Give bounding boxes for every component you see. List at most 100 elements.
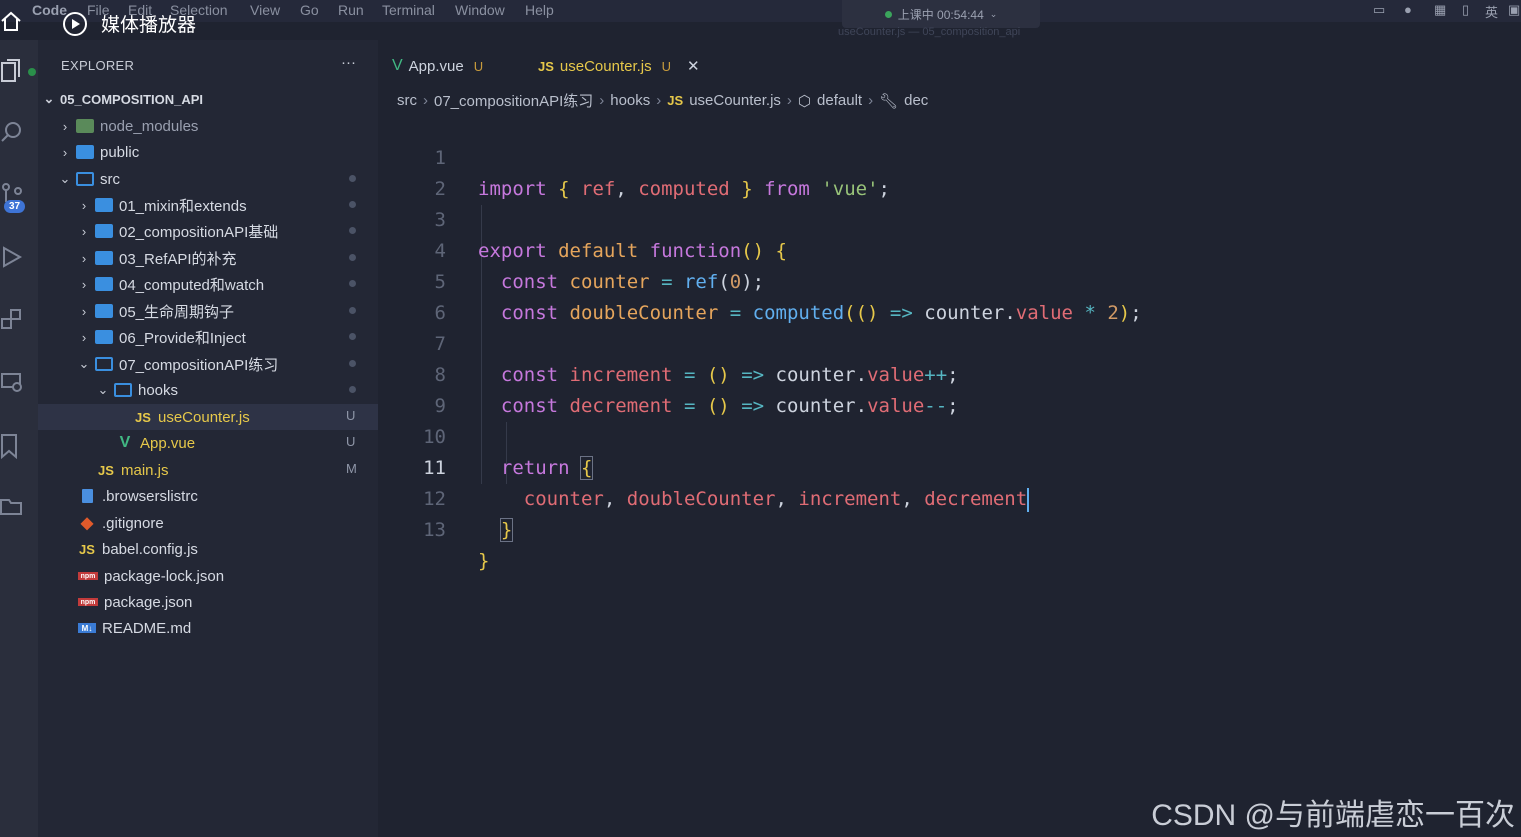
tree-item-usecounter[interactable]: JS useCounter.js U: [38, 404, 378, 430]
tab-usecounter[interactable]: JS useCounter.js U ✕: [538, 48, 700, 84]
chevron-down-icon: ⌄: [59, 171, 71, 186]
modified-dot-icon: [349, 360, 356, 367]
menu-go[interactable]: Go: [300, 2, 319, 18]
screen-record-icon[interactable]: ▭: [1373, 2, 1385, 18]
play-icon[interactable]: [63, 11, 87, 36]
js-file-icon: JS: [667, 93, 684, 108]
tree-item-folder[interactable]: ⌄ 07_compositionAPI练习: [38, 351, 378, 377]
tree-item-browserslistrc[interactable]: .browserslistrc: [38, 483, 378, 509]
bookmark-icon[interactable]: [0, 433, 26, 461]
workspace-root[interactable]: ⌄ 05_COMPOSITION_API: [38, 86, 378, 112]
extensions-icon[interactable]: [0, 308, 26, 336]
editor-tabs: V App.vue U JS useCounter.js U ✕: [378, 48, 1521, 84]
tree-item-label: useCounter.js: [158, 408, 250, 426]
tab-label: App.vue: [408, 57, 464, 75]
input-method-icon[interactable]: 英: [1485, 2, 1498, 21]
chevron-right-icon: ›: [868, 92, 874, 109]
chevron-right-icon: ›: [81, 197, 87, 213]
window-icon[interactable]: ▣: [1508, 2, 1520, 18]
home-icon[interactable]: [0, 10, 24, 34]
tree-item-package-json[interactable]: npm package.json: [38, 589, 378, 615]
code-line: 7 const increment = () => counter.value+…: [378, 298, 1521, 386]
tree-item-folder[interactable]: › 02_compositionAPI基础: [38, 218, 378, 244]
tree-item-folder[interactable]: › 04_computed和watch: [38, 271, 378, 297]
folder-icon[interactable]: [0, 495, 26, 523]
folder-icon: [95, 277, 113, 291]
explorer-sidebar: EXPLORER ··· ⌄ 05_COMPOSITION_API › node…: [38, 40, 378, 837]
menu-window[interactable]: Window: [455, 2, 505, 18]
chevron-right-icon: ›: [81, 329, 87, 345]
tree-item-label: 07_compositionAPI练习: [119, 356, 279, 374]
tree-item-folder[interactable]: › 06_Provide和Inject: [38, 324, 378, 350]
tree-item-label: package-lock.json: [104, 567, 225, 585]
tree-item-package-lock[interactable]: npm package-lock.json: [38, 563, 378, 589]
vue-file-icon: V: [119, 434, 131, 451]
chevron-right-icon: ›: [81, 250, 87, 266]
breadcrumb-item[interactable]: src: [397, 92, 417, 109]
tree-item-readme[interactable]: M↓ README.md: [38, 615, 378, 641]
breadcrumb-item[interactable]: dec: [904, 92, 928, 109]
file-icon: [78, 489, 96, 503]
tree-item-label: package.json: [104, 593, 193, 611]
tree-item-app-vue[interactable]: V App.vue U: [38, 430, 378, 456]
code-line: 11 counter, doubleCounter, increment, de…: [378, 422, 1521, 512]
folder-icon: [95, 330, 113, 344]
menu-view[interactable]: View: [250, 2, 280, 18]
remote-explorer-icon[interactable]: [0, 370, 26, 398]
breadcrumb-item[interactable]: 07_compositionAPI练习: [434, 90, 593, 111]
modified-dot-icon: [349, 254, 356, 261]
code-line: 9: [378, 360, 1521, 417]
menu-bar: Code File Edit Selection View Go Run Ter…: [0, 0, 1521, 22]
watermark: CSDN @与前端虐恋一百次: [1151, 799, 1515, 832]
menu-run[interactable]: Run: [338, 2, 364, 18]
npm-icon: npm: [78, 598, 98, 606]
tree-item-hooks[interactable]: ⌄ hooks: [38, 377, 378, 403]
tree-item-folder[interactable]: › 01_mixin和extends: [38, 192, 378, 218]
class-timer[interactable]: 上课中 00:54:44 ⌄: [842, 0, 1040, 28]
folder-open-icon: [95, 357, 113, 371]
tree-item-public[interactable]: › public: [38, 139, 378, 165]
tree-item-node-modules[interactable]: › node_modules: [38, 113, 378, 139]
modified-dot-icon: [349, 201, 356, 208]
folder-icon: [95, 198, 113, 212]
chevron-right-icon: ›: [599, 92, 605, 109]
run-debug-icon[interactable]: [0, 245, 26, 273]
tree-item-gitignore[interactable]: ◆ .gitignore: [38, 510, 378, 536]
tree-item-label: README.md: [102, 619, 192, 637]
more-actions-icon[interactable]: ···: [341, 54, 356, 71]
mic-icon[interactable]: ▯: [1462, 2, 1469, 18]
grid-icon[interactable]: ▦: [1434, 2, 1446, 18]
folder-open-icon: [76, 172, 94, 186]
folder-icon: [95, 251, 113, 265]
breadcrumb-item[interactable]: useCounter.js: [689, 92, 781, 109]
menu-help[interactable]: Help: [525, 2, 554, 18]
pin-icon[interactable]: ●: [1404, 2, 1412, 17]
menu-terminal[interactable]: Terminal: [382, 2, 435, 18]
media-player[interactable]: 媒体播放器: [63, 10, 196, 37]
git-icon: ◆: [80, 515, 94, 532]
modified-dot-icon: [349, 307, 356, 314]
breadcrumb-item[interactable]: hooks: [610, 92, 650, 109]
tree-item-main-js[interactable]: JS main.js M: [38, 457, 378, 483]
tree-item-folder[interactable]: › 03_RefAPI的补充: [38, 245, 378, 271]
js-file-icon: JS: [98, 462, 114, 478]
status-dot-icon: [28, 68, 36, 76]
tree-item-label: hooks: [138, 381, 179, 399]
tree-item-babel-config[interactable]: JS babel.config.js: [38, 536, 378, 562]
menu-code[interactable]: Code: [32, 2, 67, 18]
media-player-label: 媒体播放器: [101, 15, 197, 36]
tree-item-folder[interactable]: › 05_生命周期钩子: [38, 298, 378, 324]
search-icon[interactable]: [0, 120, 26, 148]
close-icon[interactable]: ✕: [687, 57, 700, 75]
tree-item-src[interactable]: ⌄ src: [38, 166, 378, 192]
tab-app-vue[interactable]: V App.vue U: [392, 48, 483, 84]
chevron-right-icon: ›: [62, 144, 68, 160]
js-file-icon: JS: [538, 58, 554, 74]
code-line: 2: [378, 143, 1521, 200]
git-status-badge: U: [346, 408, 356, 423]
breadcrumb-item[interactable]: default: [817, 92, 862, 109]
modified-dot-icon: [349, 280, 356, 287]
npm-icon: npm: [78, 572, 98, 580]
code-line: 12 }: [378, 453, 1521, 542]
explorer-icon[interactable]: [0, 58, 26, 86]
